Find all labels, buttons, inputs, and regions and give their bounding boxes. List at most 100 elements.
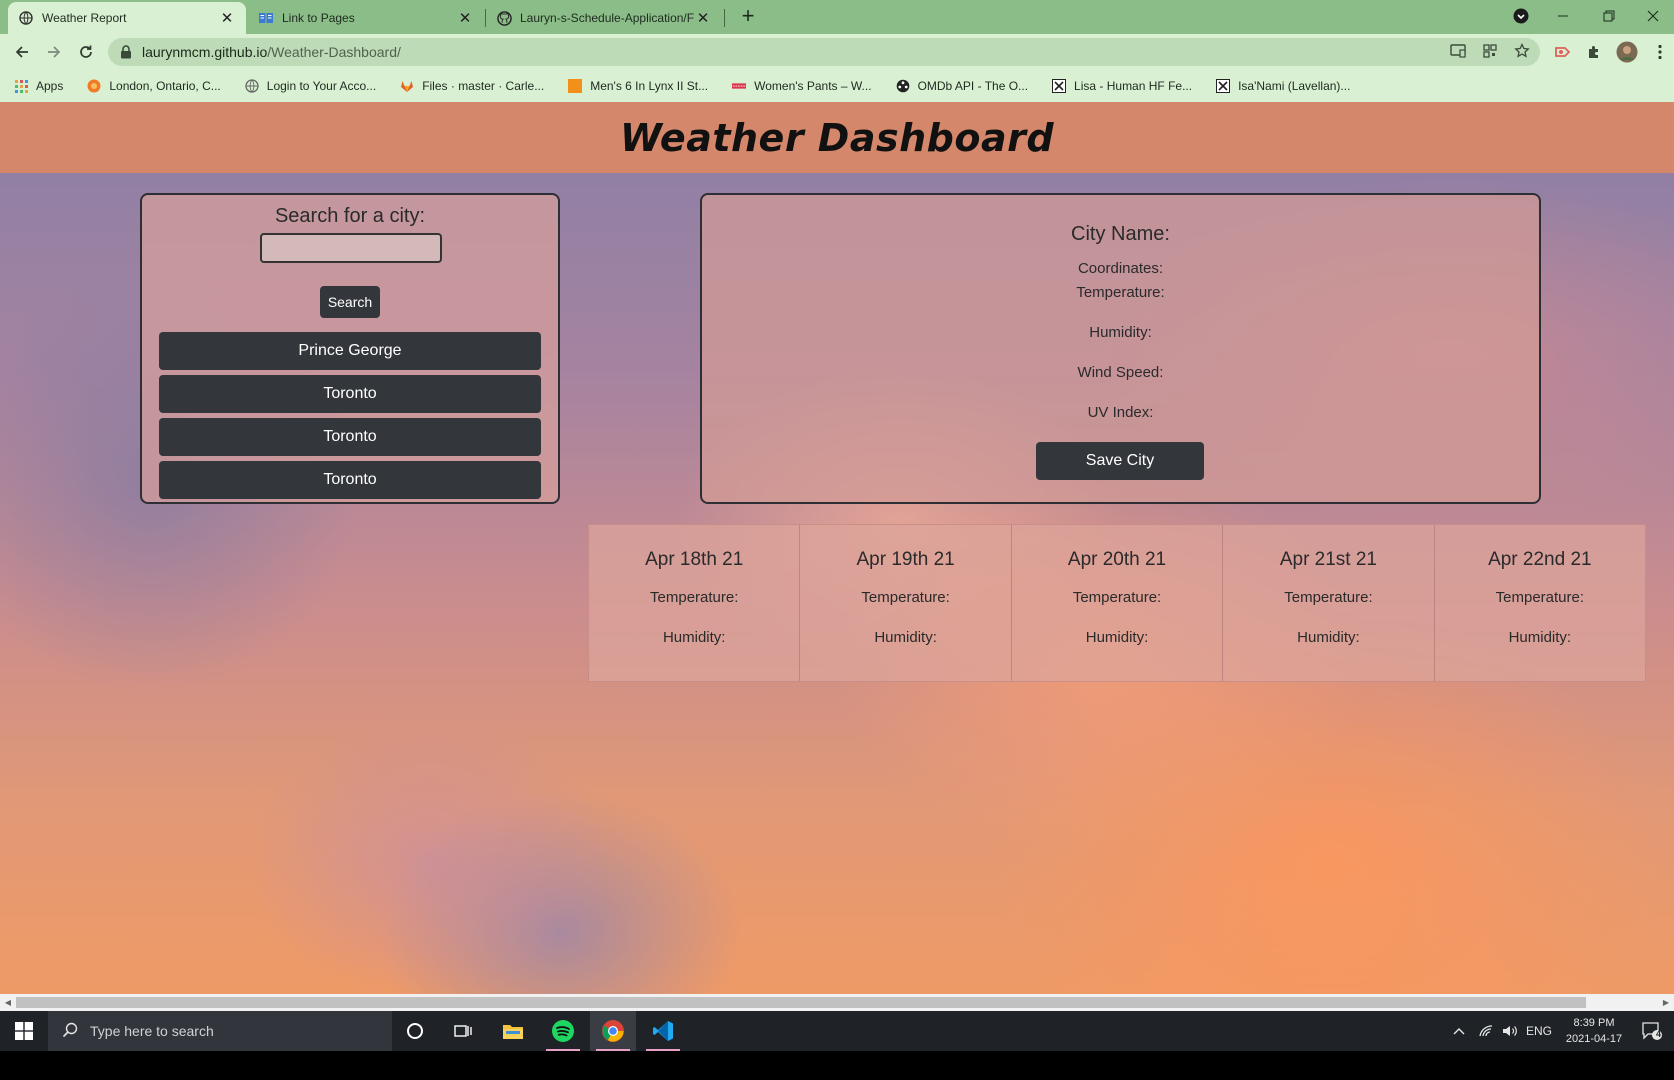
forecast-humidity: Humidity:: [1297, 629, 1360, 646]
address-bar[interactable]: laurynmcm.github.io/Weather-Dashboard/: [108, 38, 1540, 66]
volume-icon[interactable]: [1498, 1011, 1522, 1051]
close-tab-icon[interactable]: ✕: [694, 9, 712, 27]
bookmark-login[interactable]: Login to Your Acco...: [245, 79, 376, 93]
horizontal-scrollbar[interactable]: ◀ ▶: [0, 994, 1674, 1011]
qr-code-icon[interactable]: [1478, 39, 1502, 63]
forecast-card: Apr 22nd 21 Temperature: Humidity:: [1435, 525, 1645, 681]
forecast-card: Apr 19th 21 Temperature: Humidity:: [800, 525, 1012, 681]
screen-bottom-bezel: [0, 1051, 1674, 1080]
tab-title: Link to Pages: [282, 11, 355, 25]
search-icon: [62, 1022, 78, 1041]
bookmark-label: Lisa - Human HF Fe...: [1074, 79, 1193, 93]
forecast-row: Apr 18th 21 Temperature: Humidity: Apr 1…: [588, 524, 1646, 682]
saved-city-button[interactable]: Prince George: [159, 332, 541, 370]
search-heading: Search for a city:: [274, 205, 426, 227]
book-icon: [258, 10, 274, 26]
scroll-right-arrow-icon[interactable]: ▶: [1658, 994, 1674, 1011]
temperature-label: Temperature:: [1076, 284, 1165, 301]
bookmark-label: Login to Your Acco...: [266, 79, 377, 93]
file-explorer-icon[interactable]: [490, 1011, 536, 1051]
bookmark-label: Men's 6 In Lynx II St...: [590, 79, 709, 93]
tab-title: Weather Report: [42, 11, 127, 25]
hf-icon: [1052, 79, 1067, 93]
forward-arrow-icon[interactable]: [42, 40, 66, 64]
close-tab-icon[interactable]: ✕: [218, 9, 236, 27]
profile-avatar[interactable]: [1616, 41, 1638, 63]
chrome-icon[interactable]: [590, 1011, 636, 1051]
forecast-temperature: Temperature:: [1284, 589, 1373, 606]
page-viewport: Weather Dashboard Search for a city: Sea…: [0, 102, 1674, 994]
forecast-temperature: Temperature:: [1072, 589, 1162, 606]
bookmark-mens-lynx[interactable]: Men's 6 In Lynx II St...: [568, 79, 708, 93]
forecast-card: Apr 20th 21 Temperature: Humidity:: [1012, 525, 1224, 681]
scrollbar-thumb[interactable]: [16, 997, 1586, 1008]
spotify-icon[interactable]: [540, 1011, 586, 1051]
bookmark-womens-pants[interactable]: Women's Pants – W...: [732, 79, 872, 93]
bookmark-gitlab-files[interactable]: Files · master · Carle...: [400, 79, 544, 93]
scroll-left-arrow-icon[interactable]: ◀: [0, 994, 16, 1011]
bookmark-london-weather[interactable]: London, Ontario, C...: [87, 79, 221, 93]
url-path: /Weather-Dashboard/: [267, 44, 401, 60]
task-view-icon[interactable]: [440, 1011, 486, 1051]
clock-time: 8:39 PM: [1573, 1017, 1615, 1029]
bookmarks-bar: Apps London, Ontario, C... Login to Your…: [0, 70, 1674, 102]
cast-icon[interactable]: [1446, 39, 1470, 63]
saved-city-button[interactable]: Toronto: [159, 461, 541, 499]
forecast-humidity: Humidity:: [1085, 629, 1149, 646]
tab-separator: [724, 9, 725, 27]
forecast-card: Apr 21st 21 Temperature: Humidity:: [1223, 525, 1435, 681]
saved-city-button[interactable]: Toronto: [159, 375, 541, 413]
lock-icon: [120, 45, 132, 59]
extension-cast-icon[interactable]: [1552, 42, 1572, 62]
save-city-button[interactable]: Save City: [1036, 442, 1204, 480]
minimize-icon[interactable]: [1540, 0, 1586, 32]
wind-speed-label: Wind Speed:: [1077, 364, 1164, 381]
vscode-icon[interactable]: [640, 1011, 686, 1051]
bookmark-apps[interactable]: Apps: [14, 79, 63, 93]
forecast-date: Apr 22nd 21: [1488, 549, 1592, 570]
forecast-temperature: Temperature:: [650, 589, 739, 606]
restore-icon[interactable]: [1586, 0, 1632, 32]
reload-icon[interactable]: [74, 40, 98, 64]
close-window-icon[interactable]: [1632, 0, 1674, 32]
notification-count: 4: [1656, 1029, 1662, 1039]
bookmark-label: London, Ontario, C...: [109, 79, 221, 93]
forecast-humidity: Humidity:: [1508, 629, 1572, 646]
windows-start-icon[interactable]: [0, 1011, 48, 1051]
forecast-card: Apr 18th 21 Temperature: Humidity:: [589, 525, 801, 681]
taskbar-search-box[interactable]: Type here to search: [48, 1011, 392, 1051]
bookmark-omdb-api[interactable]: OMDb API - The O...: [896, 79, 1028, 93]
weather-icon: [87, 79, 101, 93]
tab-link-to-pages[interactable]: Link to Pages ✕: [248, 2, 484, 34]
bookmark-label: Women's Pants – W...: [754, 79, 872, 93]
new-tab-icon[interactable]: +: [736, 3, 760, 28]
network-icon[interactable]: [1474, 1011, 1498, 1051]
forecast-temperature: Temperature:: [1495, 589, 1585, 606]
tab-weather-report[interactable]: Weather Report ✕: [8, 2, 246, 34]
forecast-date: Apr 19th 21: [856, 549, 955, 570]
bookmark-isanami[interactable]: Isa'Nami (Lavellan)...: [1216, 79, 1350, 93]
city-search-input[interactable]: [260, 233, 442, 263]
bookmark-lisa-hf[interactable]: Lisa - Human HF Fe...: [1052, 79, 1192, 93]
github-icon: [496, 10, 512, 26]
tab-schedule-application[interactable]: Lauryn-s-Schedule-Application/F ✕: [486, 2, 722, 34]
extensions-puzzle-icon[interactable]: [1584, 42, 1604, 62]
search-button[interactable]: Search: [320, 286, 380, 318]
close-tab-icon[interactable]: ✕: [456, 9, 474, 27]
forecast-humidity: Humidity:: [662, 629, 726, 646]
language-indicator[interactable]: ENG: [1522, 1011, 1556, 1051]
back-arrow-icon[interactable]: [10, 40, 34, 64]
tab-search-icon[interactable]: [1498, 0, 1544, 32]
bookmark-label: Isa'Nami (Lavellan)...: [1238, 79, 1351, 93]
globe-icon: [18, 10, 34, 26]
bookmark-star-icon[interactable]: [1510, 39, 1534, 63]
show-hidden-icons-chevron-icon[interactable]: [1448, 1011, 1470, 1051]
browser-menu-icon[interactable]: [1650, 42, 1670, 62]
notifications-icon[interactable]: 4: [1634, 1011, 1670, 1051]
url-host: laurynmcm.github.io: [142, 44, 268, 60]
cortana-icon[interactable]: [392, 1011, 438, 1051]
forecast-date: Apr 21st 21: [1279, 549, 1377, 570]
taskbar-clock[interactable]: 8:39 PM 2021-04-17: [1554, 1015, 1634, 1047]
saved-city-button[interactable]: Toronto: [159, 418, 541, 456]
windows-taskbar: Type here to search ENG 8:39 PM 2021-04-…: [0, 1011, 1674, 1051]
